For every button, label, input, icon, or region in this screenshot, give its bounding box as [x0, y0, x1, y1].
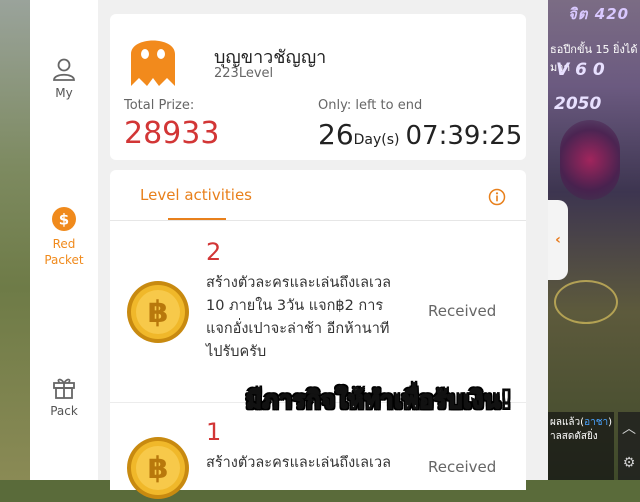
sidebar-item-label: My	[55, 86, 73, 100]
sidebar-item-red-packet[interactable]: $ Red Packet	[30, 206, 98, 268]
user-level: 223Level	[214, 66, 274, 81]
game-chat-box[interactable]: ผลแล้ว(อาชา) าลสดตัสยิ่ง	[548, 412, 614, 480]
list-item: ฿ 2 สร้างตัวละครและเล่นถึงเลเวล 10 ภายใน…	[110, 222, 526, 402]
game-hud-value: V 6 0	[556, 60, 605, 80]
promo-caption: มีภารกิจให้ทำเพื่อรับเงิน!	[245, 385, 513, 415]
svg-text:$: $	[59, 211, 69, 229]
activities-card: Level activities ฿ 2 สร้างตัวละครและเล่น…	[110, 170, 526, 499]
total-prize-value: 28933	[124, 116, 220, 151]
game-hud-score: 2050	[554, 94, 602, 114]
gold-coin-icon: ฿	[127, 281, 189, 343]
game-character-effect	[560, 120, 620, 200]
activity-status: Received	[428, 458, 497, 476]
chat-text: ผลแล้ว(	[550, 417, 585, 428]
total-prize-label: Total Prize:	[124, 98, 195, 113]
sidebar: My $ Red Packet Pack	[30, 0, 98, 480]
activity-status: Received	[428, 302, 497, 320]
countdown-days-unit: Day(s)	[353, 132, 400, 148]
game-background-left	[0, 0, 30, 480]
game-background-right: จิต 420 ธอปีกขั้น 15 ยิ่งได้มาก V 6 0 20…	[548, 0, 640, 480]
sidebar-item-label: Pack	[50, 404, 78, 418]
countdown: 26Day(s) 07:39:25	[318, 118, 522, 151]
svg-text:฿: ฿	[148, 295, 169, 330]
activity-description: สร้างตัวละครและเล่นถึงเลเวล	[206, 455, 392, 471]
countdown-label: Only: left to end	[318, 98, 423, 113]
countdown-days: 26	[318, 118, 354, 151]
user-icon	[53, 58, 75, 81]
countdown-time: 07:39:25	[405, 121, 523, 151]
sidebar-item-my[interactable]: My	[30, 56, 98, 100]
game-settings-button[interactable]: ︿ ⚙	[618, 412, 640, 480]
info-icon[interactable]	[488, 188, 506, 206]
tab-level-activities[interactable]: Level activities	[140, 186, 252, 204]
tab-active-indicator	[168, 218, 226, 220]
gear-icon: ⚙	[622, 455, 636, 471]
activity-description: สร้างตัวละครและเล่นถึงเลเวล 10 ภายใน 3วั…	[206, 275, 392, 360]
chat-text-2: าลสดตัสยิ่ง	[550, 431, 598, 442]
gold-coin-icon: ฿	[127, 437, 189, 499]
sidebar-item-label: Red Packet	[44, 237, 84, 267]
game-ring-effect	[554, 280, 618, 324]
activity-number: 1	[206, 418, 222, 446]
chevron-left-icon: ‹	[555, 232, 561, 248]
profile-card: บุญขาวชัญญา 223Level Total Prize: 28933 …	[110, 14, 526, 160]
gift-icon	[53, 378, 75, 399]
ghost-avatar-icon	[131, 40, 175, 86]
sidebar-item-pack[interactable]: Pack	[30, 374, 98, 418]
chat-text-end: )	[608, 417, 613, 428]
activity-number: 2	[206, 238, 222, 266]
dollar-coin-icon: $	[52, 207, 76, 231]
collapse-panel-tab[interactable]: ‹	[548, 200, 568, 280]
svg-text:฿: ฿	[148, 451, 169, 486]
chat-link[interactable]: อาชา	[584, 417, 608, 428]
game-hud-title: จิต 420	[568, 5, 630, 23]
activities-tab-bar: Level activities	[110, 170, 526, 221]
chevron-up-icon: ︿	[622, 421, 636, 437]
